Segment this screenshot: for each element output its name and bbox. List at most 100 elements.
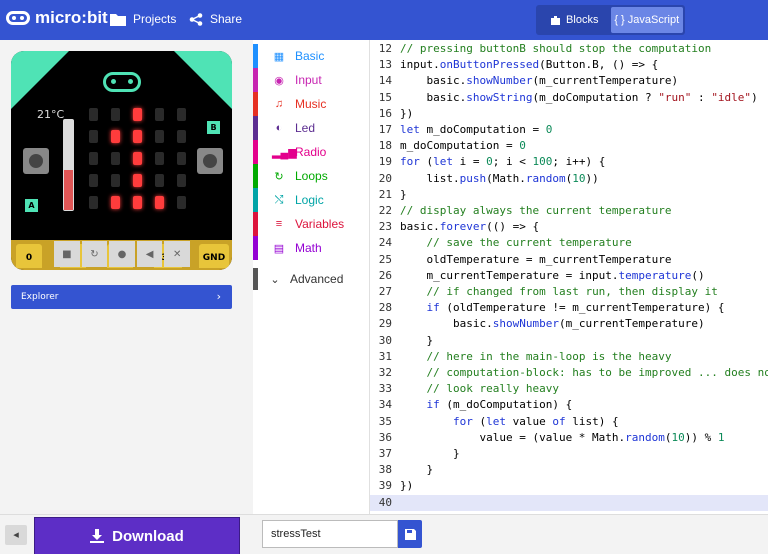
code-line[interactable]: 20 list.push(Math.random(10))	[370, 171, 768, 187]
code-line[interactable]: 12 // pressing buttonB should stop the co…	[370, 41, 768, 57]
code-line[interactable]: 30 }	[370, 333, 768, 349]
code-text: }	[400, 333, 434, 347]
line-number: 22	[378, 204, 392, 217]
code-line[interactable]: 29 basic.showNumber(m_currentTemperature…	[370, 316, 768, 332]
fullscreen-button[interactable]: ✕	[164, 241, 190, 267]
button-b[interactable]	[197, 148, 223, 174]
toolbox-item-radio[interactable]: ▂▄▆ Radio	[253, 140, 370, 164]
code-line[interactable]: 31 // here in the main-loop is the heavy	[370, 349, 768, 365]
save-icon	[404, 528, 416, 540]
code-line[interactable]: 21}	[370, 187, 768, 203]
toolbox-item-label: Input	[295, 73, 322, 87]
code-text: // if changed from last run, then displa…	[426, 285, 718, 298]
signal-icon: ▂▄▆	[272, 146, 297, 159]
code-line[interactable]: 36 value = (value * Math.random(10)) % 1	[370, 430, 768, 446]
code-text: // display always the current temperatur…	[400, 204, 672, 217]
share-button[interactable]: Share	[189, 12, 242, 26]
code-line[interactable]: 28 if (oldTemperature != m_currentTemper…	[370, 300, 768, 316]
code-line[interactable]: 15 basic.showString(m_doComputation ? "r…	[370, 90, 768, 106]
projects-button[interactable]: Projects	[110, 12, 176, 26]
code-text: let m_doComputation = 0	[400, 123, 553, 136]
explorer-button[interactable]: Explorer ›	[11, 285, 232, 309]
chevron-right-icon: ›	[216, 290, 221, 303]
code-text: // look really heavy	[426, 382, 559, 396]
code-line[interactable]: 40	[370, 494, 768, 511]
microbit-logo[interactable]: micro:bit	[6, 8, 108, 28]
led-0-2	[133, 108, 142, 121]
toolbox-item-led[interactable]: ◐ Led	[253, 116, 370, 140]
code-line[interactable]: 33 // look really heavy	[370, 381, 768, 397]
collapse-simulator-button[interactable]: ◂	[5, 525, 27, 545]
microbit-simulator[interactable]: 21°C A B 0 1 2 3V GND	[11, 51, 232, 270]
toggle-icon: ◐	[275, 122, 283, 134]
code-line[interactable]: 38 }	[370, 462, 768, 478]
code-line[interactable]: 34 if (m_doComputation) {	[370, 397, 768, 413]
code-line[interactable]: 22 // display always the current temperat…	[370, 203, 768, 219]
code-line[interactable]: 39})	[370, 478, 768, 494]
folder-icon	[110, 13, 126, 26]
toolbox-item-math[interactable]: ▤ Math	[253, 236, 370, 260]
code-line[interactable]: 23 basic.forever(() => {	[370, 219, 768, 235]
toolbox-item-variables[interactable]: ≡ Variables	[253, 212, 370, 236]
code-editor[interactable]: 12 // pressing buttonB should stop the co…	[370, 40, 768, 514]
save-button[interactable]	[398, 520, 422, 548]
code-text: basic.showString(m_doComputation ? "run"…	[400, 90, 758, 104]
code-line[interactable]: 35 for (let value of list) {	[370, 414, 768, 430]
headphones-icon: ♫	[274, 98, 284, 110]
code-line[interactable]: 16})	[370, 106, 768, 122]
led-3-4	[177, 174, 186, 187]
line-number: 16	[378, 106, 392, 120]
toolbox-item-label: Basic	[295, 49, 325, 63]
code-line[interactable]: 25 oldTemperature = m_currentTemperature	[370, 252, 768, 268]
toolbox-item-basic[interactable]: ▦ Basic	[253, 44, 370, 68]
toolbox-item-label: Loops	[295, 169, 328, 183]
code-text: }	[400, 187, 407, 201]
toolbox-advanced[interactable]: ⌄ Advanced	[253, 268, 370, 290]
code-text: basic.showNumber(m_currentTemperature)	[400, 317, 705, 331]
code-text: basic.forever(() => {	[400, 220, 540, 234]
stop-button[interactable]: ■	[54, 241, 80, 267]
temperature-slider[interactable]	[63, 119, 74, 211]
toolbox-item-loops[interactable]: ↻ Loops	[253, 164, 370, 188]
led-1-3	[155, 130, 164, 143]
toolbox-item-logic[interactable]: ⤭ Logic	[253, 188, 370, 212]
simulator-toolbar: ■ ↻ ● ◀ ✕	[54, 241, 190, 267]
code-line[interactable]: 19 for (let i = 0; i < 100; i++) {	[370, 154, 768, 170]
temperature-readout: 21°C	[37, 108, 65, 121]
code-line[interactable]: 26 m_currentTemperature = input.temperat…	[370, 268, 768, 284]
slowmo-button[interactable]: ●	[109, 241, 135, 267]
button-a[interactable]	[23, 148, 49, 174]
mute-button[interactable]: ◀	[136, 241, 163, 267]
javascript-tab[interactable]: { } JavaScript	[610, 7, 683, 33]
led-2-1	[111, 152, 120, 165]
code-line[interactable]: 14 basic.showNumber(m_currentTemperature…	[370, 73, 768, 89]
blocks-tab[interactable]: Blocks	[538, 7, 611, 33]
line-number: 23	[378, 220, 392, 234]
led-3-3	[155, 174, 164, 187]
code-text: input.onButtonPressed(Button.B, () => {	[400, 58, 659, 72]
toolbox-item-input[interactable]: ◉ Input	[253, 68, 370, 92]
line-number: 21	[378, 187, 392, 201]
pin-0[interactable]: 0	[16, 244, 42, 268]
code-text: m_doComputation = 0	[400, 139, 526, 153]
grid-icon: ▦	[273, 50, 285, 63]
download-button[interactable]: Download	[34, 517, 240, 554]
toolbox-item-label: Radio	[295, 145, 327, 159]
code-line[interactable]: 37 }	[370, 446, 768, 462]
stop-icon: ■	[62, 248, 72, 260]
led-0-0	[89, 108, 98, 121]
restart-button[interactable]: ↻	[81, 241, 108, 267]
led-1-2	[133, 130, 142, 143]
toolbox-advanced-label: Advanced	[290, 272, 344, 286]
code-text: for (let value of list) {	[452, 414, 619, 428]
toolbox-item-music[interactable]: ♫ Music	[253, 92, 370, 116]
code-line[interactable]: 13 input.onButtonPressed(Button.B, () => …	[370, 57, 768, 73]
code-line[interactable]: 32 // computation-block: has to be impro…	[370, 365, 768, 381]
code-line[interactable]: 18 m_doComputation = 0	[370, 138, 768, 154]
code-line[interactable]: 17 let m_doComputation = 0	[370, 122, 768, 138]
code-line[interactable]: 27 // if changed from last run, then dis…	[370, 284, 768, 300]
code-text: }	[400, 463, 434, 477]
project-name-input[interactable]	[262, 520, 398, 548]
code-line[interactable]: 24 // save the current temperature	[370, 235, 768, 251]
code-text: })	[400, 106, 414, 120]
